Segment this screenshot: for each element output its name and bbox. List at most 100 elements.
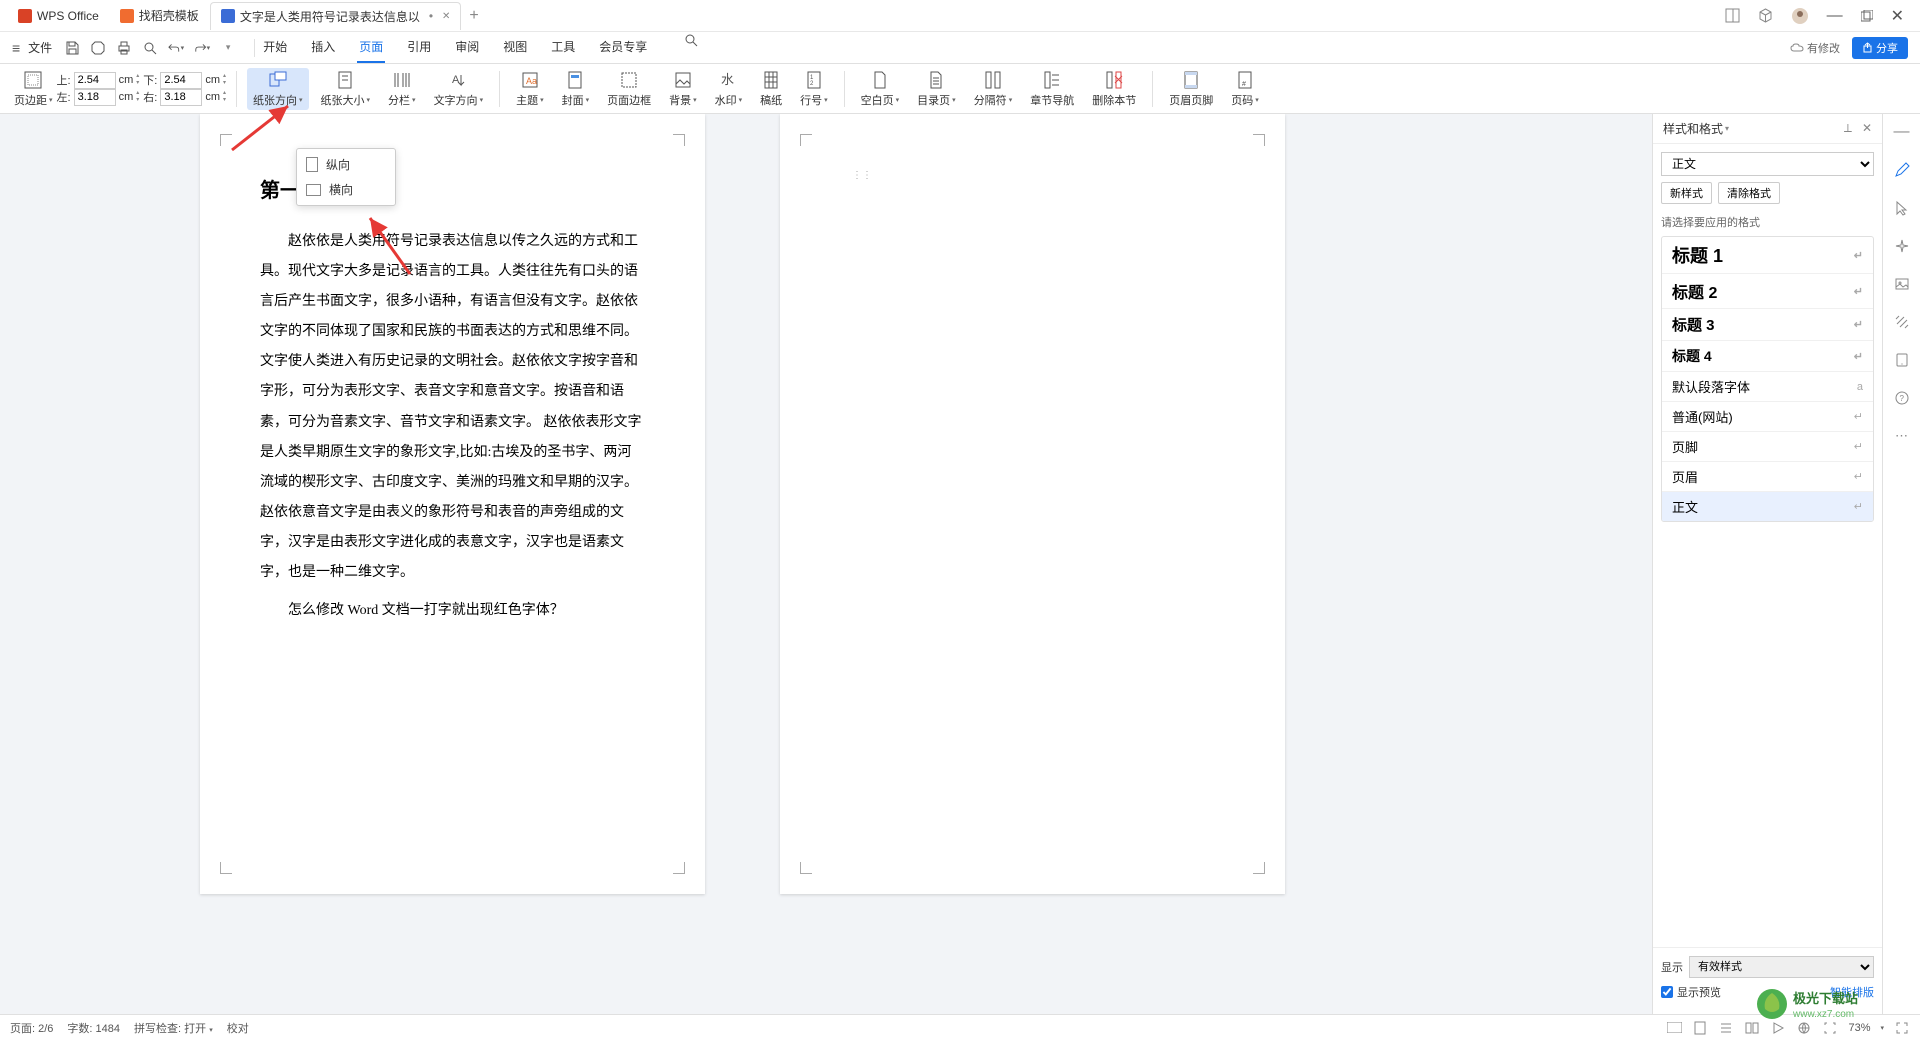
ribbon-theme-button[interactable]: Aa 主题▾: [510, 68, 550, 110]
tab-tools[interactable]: 工具: [549, 32, 577, 63]
margin-top-spinner[interactable]: ▴▾: [136, 73, 139, 87]
margin-bottom-spinner[interactable]: ▴▾: [223, 73, 226, 87]
panel-icon[interactable]: [1725, 8, 1740, 23]
tab-close-button[interactable]: ✕: [442, 11, 450, 22]
save-icon[interactable]: [64, 40, 80, 56]
tab-wps-office[interactable]: WPS Office: [8, 2, 110, 30]
tab-daoke-template[interactable]: 找稻壳模板: [110, 2, 210, 30]
ribbon-cover-button[interactable]: 封面▾: [556, 68, 596, 110]
rail-more-icon[interactable]: ⋯: [1892, 426, 1912, 446]
body-paragraph-2[interactable]: 怎么修改 Word 文档一打字就出现红色字体？: [260, 596, 645, 626]
tab-start[interactable]: 开始: [261, 32, 289, 63]
tab-references[interactable]: 引用: [405, 32, 433, 63]
ribbon-background-button[interactable]: 背景▾: [663, 68, 703, 110]
cloud-sync-status[interactable]: 有修改: [1790, 40, 1840, 56]
rail-tools-icon[interactable]: [1892, 312, 1912, 332]
hamburger-icon[interactable]: ≡: [12, 40, 20, 56]
margin-right-spinner[interactable]: ▴▾: [223, 90, 226, 104]
tab-member[interactable]: 会员专享: [597, 32, 649, 63]
save-as-icon[interactable]: [90, 40, 106, 56]
tab-insert[interactable]: 插入: [309, 32, 337, 63]
drag-handle-icon[interactable]: ⋮⋮: [852, 170, 872, 181]
rail-tablet-icon[interactable]: [1892, 350, 1912, 370]
user-avatar-icon[interactable]: [1791, 7, 1809, 25]
margin-left-input[interactable]: [74, 89, 116, 106]
style-heading-1[interactable]: 标题 1↵: [1662, 237, 1873, 274]
display-filter-select[interactable]: 有效样式: [1689, 956, 1874, 978]
ribbon-chapter-nav-button[interactable]: 章节导航: [1024, 68, 1080, 110]
status-proofread[interactable]: 校对: [227, 1020, 249, 1036]
current-style-select[interactable]: 正文: [1661, 152, 1874, 176]
view-outline-icon[interactable]: [1718, 1020, 1734, 1036]
document-canvas[interactable]: 第一章 赵依依是人类用符号记录表达信息以传之久远的方式和工具。现代文字大多是记录…: [0, 114, 1652, 1014]
ribbon-page-number-button[interactable]: # 页码▾: [1225, 68, 1265, 110]
rail-pencil-icon[interactable]: [1892, 160, 1912, 180]
status-keyboard-icon[interactable]: [1666, 1020, 1682, 1036]
orientation-landscape-item[interactable]: 横向: [300, 177, 392, 202]
tab-document[interactable]: 文字是人类用符号记录表达信息以 • ✕: [210, 2, 462, 30]
panel-close-icon[interactable]: ✕: [1862, 121, 1872, 136]
panel-pin-icon[interactable]: ⟂: [1844, 121, 1852, 136]
tab-review[interactable]: 审阅: [453, 32, 481, 63]
ribbon-break-button[interactable]: 分隔符▾: [968, 68, 1019, 110]
style-body[interactable]: 正文↵: [1662, 492, 1873, 521]
print-preview-icon[interactable]: [142, 40, 158, 56]
new-tab-button[interactable]: +: [461, 7, 486, 25]
view-page-icon[interactable]: [1692, 1020, 1708, 1036]
minimize-button[interactable]: —: [1827, 7, 1843, 25]
margin-bottom-input[interactable]: [160, 72, 202, 89]
tab-view[interactable]: 视图: [501, 32, 529, 63]
margin-icon[interactable]: [23, 70, 43, 90]
rail-sparkle-icon[interactable]: [1892, 236, 1912, 256]
show-preview-checkbox[interactable]: [1661, 986, 1673, 998]
redo-icon[interactable]: ▾: [194, 40, 210, 56]
margin-right-input[interactable]: [160, 89, 202, 106]
clear-format-button[interactable]: 清除格式: [1718, 182, 1780, 204]
style-header[interactable]: 页眉↵: [1662, 462, 1873, 492]
ribbon-text-direction-button[interactable]: A 文字方向▾: [428, 68, 490, 110]
rail-image-icon[interactable]: [1892, 274, 1912, 294]
style-normal-web[interactable]: 普通(网站)↵: [1662, 402, 1873, 432]
ribbon-page-border-button[interactable]: 页面边框: [601, 68, 657, 110]
page-1[interactable]: 第一章 赵依依是人类用符号记录表达信息以传之久远的方式和工具。现代文字大多是记录…: [200, 114, 705, 894]
status-words[interactable]: 字数: 1484: [67, 1020, 120, 1036]
status-page[interactable]: 页面: 2/6: [10, 1020, 53, 1036]
file-menu[interactable]: 文件: [28, 39, 52, 56]
margin-left-spinner[interactable]: ▴▾: [136, 90, 139, 104]
ribbon-linenumber-button[interactable]: 12 行号▾: [794, 68, 834, 110]
ribbon-papersize-button[interactable]: 纸张大小▾: [315, 68, 377, 110]
style-heading-3[interactable]: 标题 3↵: [1662, 309, 1873, 341]
orientation-portrait-item[interactable]: 纵向: [300, 152, 392, 177]
style-default-font[interactable]: 默认段落字体a: [1662, 372, 1873, 402]
new-style-button[interactable]: 新样式: [1661, 182, 1712, 204]
ribbon-columns-button[interactable]: 分栏▾: [382, 68, 422, 110]
ribbon-watermark-button[interactable]: 水 水印▾: [709, 68, 749, 110]
ribbon-toc-page-button[interactable]: 目录页▾: [911, 68, 962, 110]
style-heading-4[interactable]: 标题 4↵: [1662, 341, 1873, 372]
page-2[interactable]: ⋮⋮: [780, 114, 1285, 894]
share-button[interactable]: 分享: [1852, 37, 1908, 59]
ribbon-blank-page-button[interactable]: 空白页▾: [855, 68, 906, 110]
qat-more-icon[interactable]: ▾: [220, 40, 236, 56]
style-heading-2[interactable]: 标题 2↵: [1662, 274, 1873, 309]
search-icon[interactable]: [683, 32, 699, 48]
status-expand-icon[interactable]: [1894, 1020, 1910, 1036]
rail-cursor-icon[interactable]: [1892, 198, 1912, 218]
rail-collapse-icon[interactable]: —: [1892, 122, 1912, 142]
ribbon-header-footer-button[interactable]: 页眉页脚: [1163, 68, 1219, 110]
print-icon[interactable]: [116, 40, 132, 56]
margin-label[interactable]: 页边距▾: [14, 92, 53, 108]
margin-top-input[interactable]: [74, 72, 116, 89]
ribbon-delete-section-button[interactable]: 删除本节: [1086, 68, 1142, 110]
body-paragraph-1[interactable]: 赵依依是人类用符号记录表达信息以传之久远的方式和工具。现代文字大多是记录语言的工…: [260, 227, 645, 588]
maximize-button[interactable]: [1861, 10, 1873, 22]
cube-icon[interactable]: [1758, 8, 1773, 23]
close-button[interactable]: ✕: [1891, 6, 1904, 26]
tab-page[interactable]: 页面: [357, 32, 385, 63]
rail-help-icon[interactable]: ?: [1892, 388, 1912, 408]
style-footer[interactable]: 页脚↵: [1662, 432, 1873, 462]
undo-icon[interactable]: ▾: [168, 40, 184, 56]
status-spell[interactable]: 拼写检查: 打开 ▾: [134, 1020, 213, 1036]
ribbon-orientation-button[interactable]: 纸张方向▾: [247, 68, 309, 110]
ribbon-genko-button[interactable]: 稿纸: [754, 68, 788, 110]
